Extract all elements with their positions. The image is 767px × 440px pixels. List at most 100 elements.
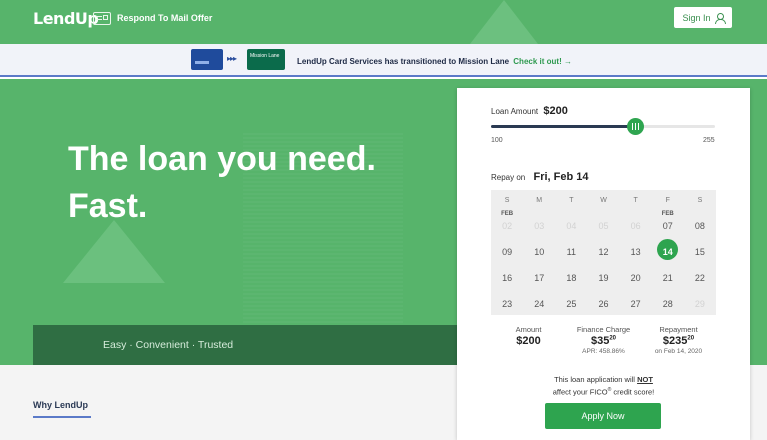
decorative-triangle — [470, 0, 538, 44]
calendar-day[interactable]: 24 — [523, 288, 555, 314]
calendar-day[interactable]: 20 — [620, 262, 652, 288]
repay-date-value: Fri, Feb 14 — [533, 171, 589, 183]
weekday-label: M — [536, 196, 543, 204]
lendup-card-image — [191, 49, 223, 70]
weekday-label: W — [600, 196, 607, 204]
calendar-day-number: 16 — [502, 272, 513, 283]
calendar-day-number: 13 — [630, 246, 641, 257]
check-it-out-link[interactable]: Check it out! → — [513, 57, 572, 66]
fico-disclaimer: This loan application will NOT affect yo… — [552, 375, 655, 397]
calendar-day[interactable]: 19 — [587, 262, 619, 288]
slider-min-label: 100 — [491, 137, 503, 144]
calendar-day[interactable]: 17 — [523, 262, 555, 288]
calendar-day-number: 28 — [662, 298, 673, 309]
summary-finance-charge: Finance Charge $3520 APR: 458.86% — [566, 325, 641, 355]
calendar-day-number: 19 — [598, 272, 609, 283]
finance-charge-label: Finance Charge — [576, 325, 631, 334]
repay-on-label: Repay on — [491, 173, 526, 182]
calendar-day-number: 03 — [534, 220, 545, 231]
weekday-label: F — [665, 196, 670, 204]
slider-handle[interactable] — [627, 118, 645, 135]
mission-lane-card-label: Mission Lane — [250, 53, 280, 59]
calendar-grid: FEB 02 03 04 05 06 FEB 07 08 09 10 11 12 13 14 15 16 17 18… — [491, 210, 716, 314]
tagline-bar: Easy · Convenient · Trusted — [33, 325, 463, 365]
calendar-day-number: 26 — [598, 298, 609, 309]
calendar-day-number: 04 — [566, 220, 577, 231]
calendar-day-number: 23 — [502, 298, 513, 309]
calendar-day: 06 — [620, 210, 652, 236]
apply-now-button[interactable]: Apply Now — [545, 403, 661, 429]
calendar-day[interactable]: 27 — [620, 288, 652, 314]
hero-title: The loan you need. Fast. — [68, 140, 376, 225]
calendar-day-number: 29 — [694, 298, 705, 309]
calendar-day-number: 14 — [662, 246, 673, 257]
calendar-day: 05 — [587, 210, 619, 236]
weekday-label: T — [569, 196, 574, 204]
calendar-day[interactable]: 21 — [652, 262, 684, 288]
calendar-month-label: FEB — [501, 211, 514, 217]
calendar-day-selected[interactable]: 14 — [652, 236, 684, 262]
finance-charge-value: $3520 — [590, 335, 617, 347]
calendar-day-number: 08 — [694, 220, 705, 231]
sign-in-label: Sign In — [682, 12, 711, 23]
calendar-day[interactable]: 12 — [587, 236, 619, 262]
calendar-day[interactable]: 25 — [555, 288, 587, 314]
calendar-day[interactable]: 26 — [587, 288, 619, 314]
calendar-day-number: 12 — [598, 246, 609, 257]
calendar-day[interactable]: 23 — [491, 288, 523, 314]
calendar-day-number: 24 — [534, 298, 545, 309]
calendar-day-number: 17 — [534, 272, 545, 283]
loan-summary: Amount $200 Finance Charge $3520 APR: 45… — [491, 325, 716, 355]
calendar-day[interactable]: 18 — [555, 262, 587, 288]
calendar-day-number: 15 — [694, 246, 705, 257]
calendar-day[interactable]: 15 — [684, 236, 716, 262]
weekday-label: S — [697, 196, 703, 204]
calendar-day[interactable]: 28 — [652, 288, 684, 314]
calendar-day-number: 20 — [630, 272, 641, 283]
summary-amount-label: Amount — [515, 325, 542, 334]
user-icon — [714, 12, 726, 24]
calendar-day-number: 09 — [502, 246, 513, 257]
sign-in-button[interactable]: Sign In — [674, 7, 732, 28]
repayment-date: on Feb 14, 2020 — [654, 348, 703, 355]
calendar-day-number: 02 — [502, 220, 513, 231]
why-lendup-tab[interactable]: Why LendUp — [33, 400, 91, 418]
calendar-day[interactable]: 16 — [491, 262, 523, 288]
summary-repayment: Repayment $23520 on Feb 14, 2020 — [641, 325, 716, 355]
calendar-day[interactable]: 11 — [555, 236, 587, 262]
weekday-label: T — [633, 196, 638, 204]
calendar-day-number: 07 — [662, 220, 673, 231]
repay-on-row: Repay on Fri, Feb 14 — [491, 171, 589, 183]
calendar-weekday-header: SMTWTFS — [491, 190, 716, 210]
calendar-day-number: 18 — [566, 272, 577, 283]
respond-to-mail-offer-link[interactable]: Respond To Mail Offer — [117, 13, 212, 23]
banner-message: LendUp Card Services has transitioned to… — [297, 57, 572, 66]
apr-value: APR: 458.86% — [582, 348, 625, 355]
calendar-day[interactable]: 08 — [684, 210, 716, 236]
repayment-label: Repayment — [659, 325, 698, 334]
calendar-day-number: 27 — [630, 298, 641, 309]
calendar-day: 29 — [684, 288, 716, 314]
hero-tagline: Easy · Convenient · Trusted — [103, 339, 234, 351]
calendar-day[interactable]: 22 — [684, 262, 716, 288]
slider-fill — [491, 125, 636, 128]
calendar-day[interactable]: 10 — [523, 236, 555, 262]
loan-amount-slider[interactable] — [491, 118, 715, 135]
calendar-day[interactable]: FEB 07 — [652, 210, 684, 236]
summary-amount: Amount $200 — [491, 325, 566, 355]
calendar-day-number: 25 — [566, 298, 577, 309]
loan-amount-label: Loan Amount — [491, 107, 539, 116]
mission-lane-card-image: Mission Lane — [247, 49, 285, 70]
top-nav: LendUp Respond To Mail Offer Sign In — [0, 0, 767, 44]
repayment-calendar: S M T W T F S FEB 02 03 04 05 06 FEB 07 08 09 10 11 12 13 14… — [491, 190, 716, 315]
loan-calculator-card: Loan Amount $200 100 255 Repay on Fri, F… — [457, 88, 750, 440]
mail-offer-icon[interactable] — [93, 12, 111, 25]
calendar-day: FEB 02 — [491, 210, 523, 236]
slider-max-label: 255 — [703, 137, 715, 144]
calendar-day[interactable]: 09 — [491, 236, 523, 262]
lendup-logo[interactable]: LendUp — [33, 9, 99, 28]
repayment-value: $23520 — [662, 335, 695, 347]
calendar-day[interactable]: 13 — [620, 236, 652, 262]
transition-banner: ▸▸▸ Mission Lane LendUp Card Services ha… — [0, 44, 767, 77]
calendar-day-number: 11 — [566, 246, 577, 257]
